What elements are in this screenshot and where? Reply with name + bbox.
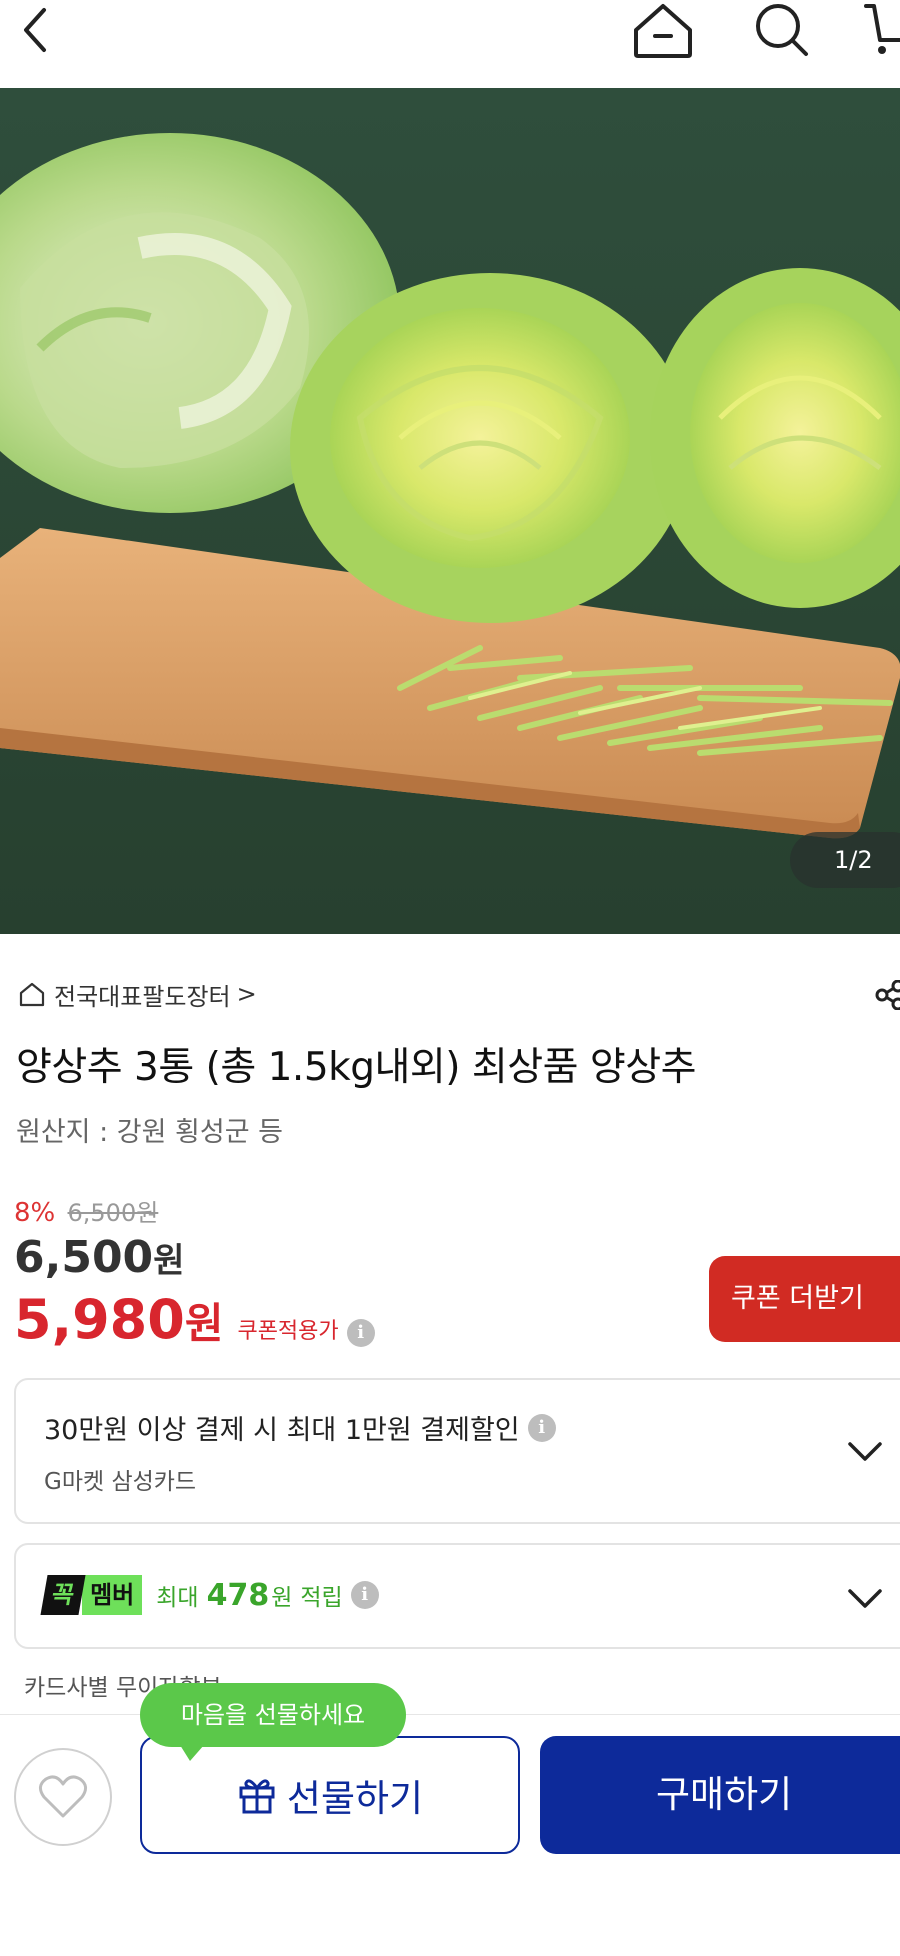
discount-row: 8% 6,500원 [14, 1193, 158, 1228]
image-pager-indicator: 1/2 [790, 832, 900, 888]
membership-badge: 꼭 멤버 [40, 1575, 143, 1615]
cart-icon[interactable] [860, 0, 900, 60]
gift-tooltip: 마음을 선물하세요 [140, 1683, 406, 1761]
card-discount-title: 30만원 이상 결제 시 최대 1만원 결제할인 [44, 1415, 520, 1446]
chevron-down-icon[interactable] [846, 1440, 884, 1464]
gift-tooltip-text: 마음을 선물하세요 [180, 1701, 366, 1729]
store-home-icon [19, 982, 45, 1007]
membership-reward-line: 꼭 멤버 최대 478 원 적립 i [40, 1575, 379, 1615]
back-arrow-icon[interactable] [10, 4, 60, 54]
coupon-price-value: 5,980 [14, 1288, 185, 1351]
share-icon[interactable] [874, 980, 900, 1010]
coupon-price: 5,980 원 쿠폰적용가 i [14, 1288, 375, 1351]
more-coupons-button[interactable]: 쿠폰 더받기 [709, 1256, 900, 1342]
store-link[interactable]: 전국대표팔도장터 > [18, 977, 257, 1011]
sale-price: 6,500원 [14, 1232, 184, 1283]
coupon-price-unit: 원 [184, 1299, 224, 1348]
search-icon[interactable] [750, 0, 814, 60]
sale-price-value: 6,500 [14, 1232, 154, 1283]
buy-button[interactable]: 구매하기 [540, 1736, 900, 1854]
card-discount-subtitle: G마켓 삼성카드 [44, 1469, 197, 1495]
membership-suffix: 적립 [300, 1585, 343, 1611]
membership-reward-box[interactable]: 꼭 멤버 최대 478 원 적립 i [14, 1543, 900, 1649]
wishlist-button[interactable] [14, 1748, 112, 1846]
original-price: 6,500원 [67, 1199, 159, 1227]
membership-badge-right: 멤버 [82, 1575, 143, 1615]
card-discount-box[interactable]: 30만원 이상 결제 시 최대 1만원 결제할인 i G마켓 삼성카드 [14, 1378, 900, 1524]
membership-amount: 478 [206, 1577, 270, 1613]
coupon-info-icon[interactable]: i [346, 1319, 375, 1347]
top-bar [0, 0, 900, 88]
chevron-down-icon[interactable] [846, 1587, 884, 1611]
card-discount-info-icon[interactable]: i [527, 1413, 556, 1442]
membership-info-icon[interactable]: i [350, 1581, 379, 1609]
sale-price-unit: 원 [153, 1241, 185, 1281]
store-chevron-icon: > [236, 980, 257, 1008]
product-image-carousel[interactable]: 1/2 [0, 88, 900, 934]
membership-prefix: 최대 [156, 1585, 199, 1611]
home-icon[interactable] [628, 0, 698, 60]
gift-button-label: 선물하기 [286, 1777, 424, 1820]
heart-icon [39, 1775, 87, 1818]
product-origin: 원산지 : 강원 횡성군 등 [16, 1117, 283, 1148]
store-name: 전국대표팔도장터 [54, 982, 231, 1011]
membership-unit: 원 [271, 1585, 293, 1611]
product-title: 양상추 3통 (총 1.5kg내외) 최상품 양상추 [16, 1045, 697, 1090]
tooltip-tail [180, 1745, 204, 1761]
gift-icon [239, 1779, 275, 1814]
membership-badge-left: 꼭 [40, 1575, 86, 1615]
discount-percent: 8% [14, 1198, 56, 1228]
card-discount-line: 30만원 이상 결제 시 최대 1만원 결제할인 i [44, 1408, 556, 1447]
product-image [0, 88, 900, 934]
coupon-price-label: 쿠폰적용가 [237, 1319, 339, 1344]
